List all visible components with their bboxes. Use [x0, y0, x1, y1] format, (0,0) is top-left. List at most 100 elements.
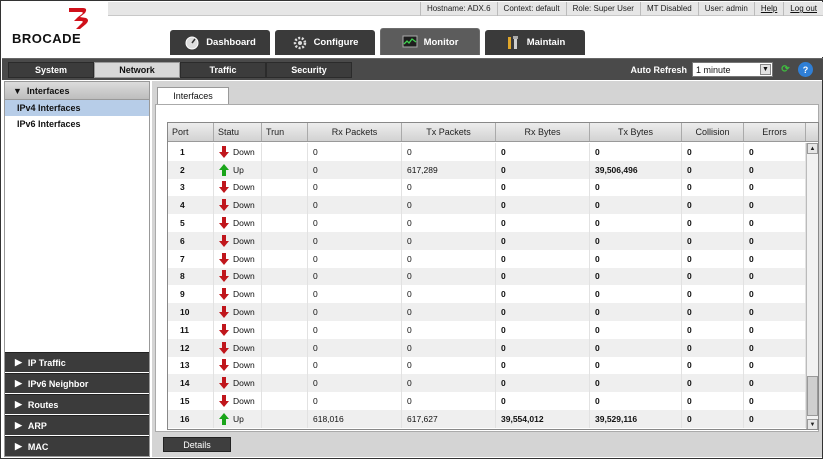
tx-packets-cell: 0	[402, 231, 496, 250]
tab-monitor[interactable]: Monitor	[380, 28, 480, 55]
table-row[interactable]: 10 Down 0 0 0 0 0 0	[168, 303, 806, 321]
tab-configure[interactable]: Configure	[275, 30, 375, 55]
errors-cell: 0	[744, 231, 806, 250]
port-cell: 8	[168, 267, 214, 286]
status-label: Down	[233, 378, 255, 389]
port-cell: 7	[168, 249, 214, 268]
refresh-icon[interactable]: ⟳	[778, 62, 793, 77]
vertical-scrollbar[interactable]: ▲ ▼	[806, 143, 818, 429]
column-header-rx-packets[interactable]: Rx Packets	[308, 123, 402, 141]
tab-maintain[interactable]: Maintain	[485, 30, 585, 55]
column-header-trunk[interactable]: Trun	[262, 123, 308, 141]
auto-refresh-select[interactable]: 1 minute ▼	[692, 62, 773, 77]
status-label: Down	[233, 235, 255, 246]
table-row[interactable]: 8 Down 0 0 0 0 0 0	[168, 267, 806, 286]
rx-bytes-cell: 0	[496, 303, 590, 321]
details-button[interactable]: Details	[163, 437, 231, 452]
tx-packets-cell: 0	[402, 196, 496, 215]
table-row[interactable]: 5 Down 0 0 0 0 0 0	[168, 214, 806, 232]
column-header-collision[interactable]: Collision	[682, 123, 744, 141]
table-row[interactable]: 15 Down 0 0 0 0 0 0	[168, 392, 806, 410]
collision-cell: 0	[682, 374, 744, 393]
table-row[interactable]: 7 Down 0 0 0 0 0 0	[168, 249, 806, 268]
table-row[interactable]: 14 Down 0 0 0 0 0 0	[168, 374, 806, 393]
rx-packets-cell: 0	[308, 214, 402, 232]
tx-bytes-cell: 0	[590, 320, 682, 339]
sidebar-section-routes[interactable]: ▶ Routes	[5, 394, 149, 414]
sidebar-item-ipv6-interfaces[interactable]: IPv6 Interfaces	[5, 116, 149, 132]
scroll-down-icon[interactable]: ▼	[807, 419, 818, 429]
column-header-port[interactable]: Port	[168, 123, 214, 141]
subtab-security[interactable]: Security	[266, 62, 352, 78]
status-label: Down	[233, 342, 255, 353]
role-label: Role: Super User	[565, 1, 640, 16]
subtab-traffic[interactable]: Traffic	[180, 62, 266, 78]
sidebar-group-interfaces[interactable]: ▼ Interfaces	[5, 82, 149, 100]
table-row[interactable]: 9 Down 0 0 0 0 0 0	[168, 285, 806, 304]
table-row[interactable]: 6 Down 0 0 0 0 0 0	[168, 231, 806, 250]
rx-bytes-cell: 39,554,012	[496, 409, 590, 428]
collision-cell: 0	[682, 267, 744, 286]
collision-cell: 0	[682, 160, 744, 179]
column-header-rx-bytes[interactable]: Rx Bytes	[496, 123, 590, 141]
tab-interfaces[interactable]: Interfaces	[157, 87, 229, 104]
scroll-thumb[interactable]	[807, 376, 818, 416]
column-header-tx-packets[interactable]: Tx Packets	[402, 123, 496, 141]
chevron-down-icon[interactable]: ▼	[760, 64, 771, 75]
sidebar-section-mac[interactable]: ▶ MAC	[5, 436, 149, 456]
collision-cell: 0	[682, 249, 744, 268]
column-header-errors[interactable]: Errors	[744, 123, 806, 141]
triangle-right-icon: ▶	[15, 357, 22, 367]
interfaces-panel: Port Statu Trun Rx Packets Tx Packets Rx…	[155, 104, 819, 432]
table-row[interactable]: 3 Down 0 0 0 0 0 0	[168, 178, 806, 197]
tools-icon	[507, 35, 518, 49]
collision-cell: 0	[682, 392, 744, 410]
tab-dashboard[interactable]: Dashboard	[170, 30, 270, 55]
arrow-down-icon	[219, 252, 229, 265]
table-row[interactable]: 2 Up 0 617,289 0 39,506,496 0 0	[168, 160, 806, 179]
help-icon[interactable]: ?	[798, 62, 813, 77]
table-row[interactable]: 16 Up 618,016 617,627 39,554,012 39,529,116 0 0	[168, 409, 806, 428]
column-header-tx-bytes[interactable]: Tx Bytes	[590, 123, 682, 141]
tx-packets-cell: 0	[402, 178, 496, 197]
sidebar-item-ipv4-interfaces[interactable]: IPv4 Interfaces	[5, 100, 149, 116]
status-cell: Up	[214, 409, 262, 428]
tx-packets-cell: 0	[402, 267, 496, 286]
brand-name: BROCADE	[12, 31, 82, 46]
collision-cell: 0	[682, 320, 744, 339]
status-label: Down	[233, 271, 255, 282]
logout-link[interactable]: Log out	[783, 1, 823, 16]
arrow-down-icon	[219, 323, 229, 336]
tab-label: Dashboard	[206, 37, 256, 48]
table-row[interactable]: 4 Down 0 0 0 0 0 0	[168, 196, 806, 215]
column-header-status[interactable]: Statu	[214, 123, 262, 141]
table-row[interactable]: 12 Down 0 0 0 0 0 0	[168, 338, 806, 357]
scroll-up-icon[interactable]: ▲	[807, 143, 818, 154]
table-row[interactable]: 13 Down 0 0 0 0 0 0	[168, 356, 806, 375]
arrow-down-icon	[219, 270, 229, 283]
mt-status-label: MT Disabled	[639, 1, 698, 16]
sidebar-section-label: Routes	[27, 399, 59, 410]
rx-bytes-cell: 0	[496, 231, 590, 250]
rx-bytes-cell: 0	[496, 356, 590, 375]
errors-cell: 0	[744, 178, 806, 197]
sidebar-section-ipv6-neighbor[interactable]: ▶ IPv6 Neighbor	[5, 373, 149, 393]
header: BROCADE Hostname: ADX.6 Context: default…	[2, 1, 823, 57]
table-row[interactable]: 11 Down 0 0 0 0 0 0	[168, 320, 806, 339]
gear-icon	[293, 36, 306, 49]
help-link[interactable]: Help	[753, 1, 783, 16]
tx-bytes-cell: 39,506,496	[590, 160, 682, 179]
rx-packets-cell: 0	[308, 249, 402, 268]
main-tabs: Dashboard Configure Monitor Maintain	[170, 28, 585, 55]
sidebar-section-arp[interactable]: ▶ ARP	[5, 415, 149, 435]
arrow-down-icon	[219, 359, 229, 372]
rx-packets-cell: 0	[308, 356, 402, 375]
table-row[interactable]: 1 Down 0 0 0 0 0 0	[168, 143, 806, 161]
subtab-network[interactable]: Network	[94, 62, 180, 78]
subtab-system[interactable]: System	[8, 62, 94, 78]
main-content: Interfaces Port Statu Trun Rx Packets Tx…	[152, 81, 822, 457]
rx-packets-cell: 0	[308, 160, 402, 179]
arrow-down-icon	[219, 234, 229, 247]
arrow-down-icon	[219, 199, 229, 212]
sidebar-section-ip-traffic[interactable]: ▶ IP Traffic	[5, 352, 149, 372]
